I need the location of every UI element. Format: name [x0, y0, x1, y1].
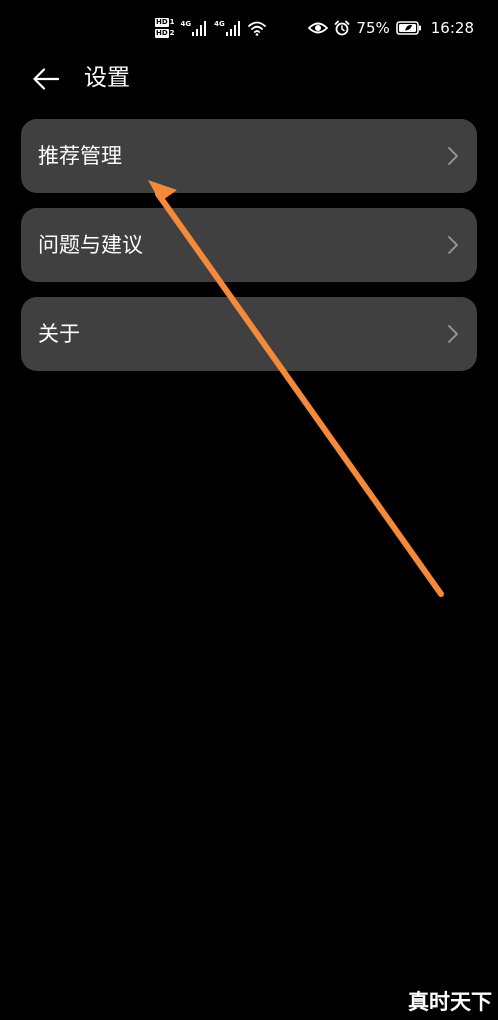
hd-badges: HD 1 HD 2: [155, 18, 175, 38]
status-bar-right: 75% 16:28: [308, 14, 474, 42]
signal-icon: [225, 21, 240, 36]
status-bar-left: HD 1 HD 2 4G 4G: [155, 14, 266, 42]
wifi-icon: [247, 21, 266, 36]
sim1-signal: 4G: [181, 20, 209, 36]
clock-time: 16:28: [430, 19, 474, 37]
sim1-hd-badge: HD 1: [155, 18, 175, 27]
menu-item-recommend-management[interactable]: 推荐管理: [21, 119, 477, 193]
chevron-right-icon: [448, 325, 458, 343]
sim1-hd-label: HD: [155, 18, 169, 27]
sim1-number: 1: [169, 18, 175, 26]
sim2-number: 2: [169, 29, 175, 37]
chevron-right-icon: [448, 236, 458, 254]
watermark-text: 真时天下: [408, 990, 492, 1014]
sim2-network-type: 4G: [214, 20, 225, 28]
menu-item-about[interactable]: 关于: [21, 297, 477, 371]
battery-percent: 75%: [356, 19, 390, 37]
menu-item-label: 关于: [38, 322, 80, 346]
settings-menu: 推荐管理 问题与建议 关于: [21, 119, 477, 386]
sim2-hd-label: HD: [155, 29, 169, 38]
back-button[interactable]: [30, 63, 62, 95]
sim2-hd-badge: HD 2: [155, 29, 175, 38]
sim1-network-type: 4G: [180, 20, 192, 28]
arrow-left-icon: [33, 68, 60, 90]
menu-item-label: 问题与建议: [38, 233, 143, 257]
app-header: 设置: [0, 56, 498, 102]
sim2-signal: 4G: [214, 20, 242, 36]
watermark-logo: 真时天下: [408, 986, 492, 1016]
signal-icon: [192, 21, 207, 36]
page-title: 设置: [84, 65, 130, 91]
chevron-right-icon: [448, 147, 458, 165]
menu-item-label: 推荐管理: [38, 144, 122, 168]
battery-icon: [395, 21, 421, 35]
eye-icon: [308, 22, 329, 34]
status-bar: HD 1 HD 2 4G 4G 75% 16:28: [0, 0, 498, 56]
menu-item-feedback[interactable]: 问题与建议: [21, 208, 477, 282]
alarm-icon: [335, 20, 350, 36]
